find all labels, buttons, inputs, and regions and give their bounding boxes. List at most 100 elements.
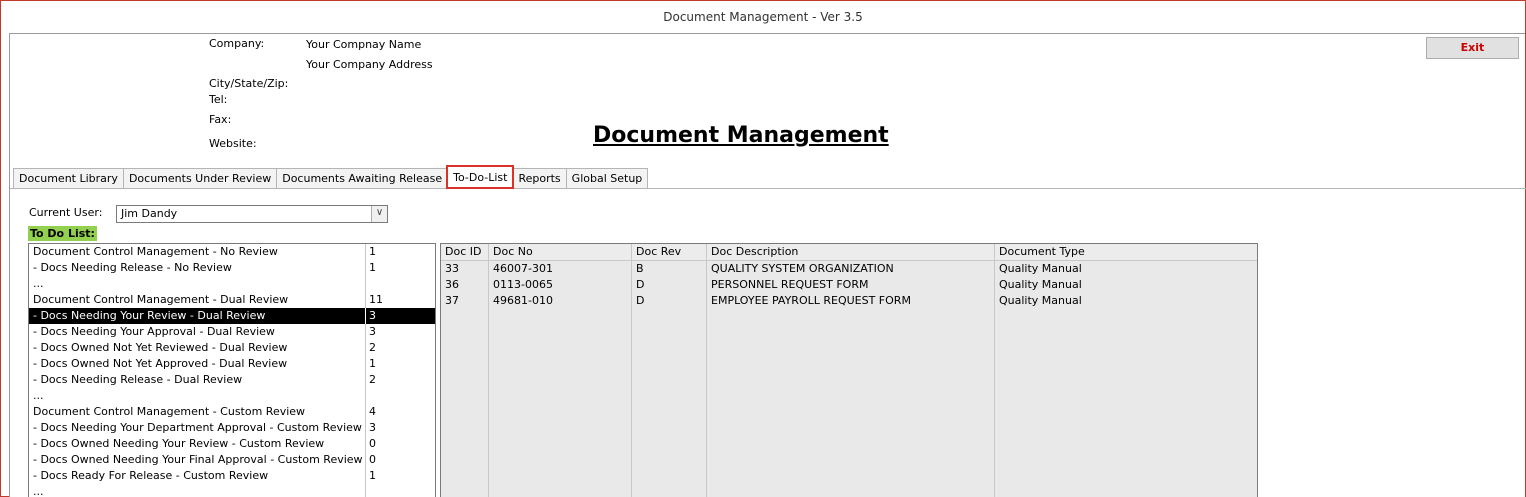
list-item-count: 1 xyxy=(369,357,376,370)
list-item-count: 2 xyxy=(369,373,376,386)
current-user-label: Current User: xyxy=(29,206,103,219)
table-cell: 49681-010 xyxy=(493,294,553,307)
column-divider xyxy=(365,340,366,356)
tab-documents-awaiting-release[interactable]: Documents Awaiting Release xyxy=(276,168,449,188)
list-item-name: Document Control Management - Custom Rev… xyxy=(33,405,306,418)
list-item-name: - Docs Owned Needing Your Final Approval… xyxy=(33,453,363,466)
list-item[interactable]: ... xyxy=(29,388,435,404)
column-header[interactable]: Document Type xyxy=(995,244,1085,260)
list-item[interactable]: - Docs Owned Not Yet Approved - Dual Rev… xyxy=(29,356,435,372)
column-divider xyxy=(365,260,366,276)
table-cell: 37 xyxy=(445,294,459,307)
list-item-count: 3 xyxy=(369,309,376,322)
list-item-name: ... xyxy=(33,277,44,290)
list-item[interactable]: - Docs Needing Release - No Review 1 xyxy=(29,260,435,276)
column-header[interactable]: Doc No xyxy=(489,244,533,260)
table-row[interactable]: 33 46007-301 B QUALITY SYSTEM ORGANIZATION Q… xyxy=(441,261,1257,277)
list-item-name: - Docs Needing Your Approval - Dual Revi… xyxy=(33,325,275,338)
company-address: Your Company Address xyxy=(306,58,433,71)
list-item-name: ... xyxy=(33,485,44,497)
table-cell: 0113-0065 xyxy=(493,278,553,291)
tab-global-setup[interactable]: Global Setup xyxy=(565,168,649,188)
to-do-list-label: To Do List: xyxy=(28,226,97,241)
list-item-count: 3 xyxy=(369,421,376,434)
company-label: Company: xyxy=(209,37,265,50)
list-item-count: 1 xyxy=(369,261,376,274)
tab-document-library[interactable]: Document Library xyxy=(13,168,124,188)
column-divider xyxy=(365,324,366,340)
table-cell: Quality Manual xyxy=(999,278,1082,291)
tab-documents-under-review[interactable]: Documents Under Review xyxy=(122,168,278,188)
column-header[interactable]: Doc Description xyxy=(707,244,798,260)
table-cell: QUALITY SYSTEM ORGANIZATION xyxy=(711,262,894,275)
list-item-name: - Docs Owned Not Yet Approved - Dual Rev… xyxy=(33,357,288,370)
table-row[interactable]: 36 0113-0065 D PERSONNEL REQUEST FORM Qualit… xyxy=(441,277,1257,293)
column-divider xyxy=(365,372,366,388)
current-user-value: Jim Dandy xyxy=(121,207,178,220)
column-divider xyxy=(365,420,366,436)
column-divider xyxy=(365,276,366,292)
company-name: Your Compnay Name xyxy=(306,38,422,51)
page-title: Document Management xyxy=(593,123,889,148)
documents-grid[interactable]: Doc ID Doc No Doc Rev Doc Description Docume… xyxy=(440,243,1258,497)
list-item-name: - Docs Ready For Release - Custom Review xyxy=(33,469,269,482)
grid-header: Doc ID Doc No Doc Rev Doc Description Docume… xyxy=(441,244,1257,261)
list-item-count: 1 xyxy=(369,469,376,482)
table-cell: 33 xyxy=(445,262,459,275)
list-item[interactable]: Document Control Management - Custom Rev… xyxy=(29,404,435,420)
column-divider xyxy=(365,404,366,420)
list-item[interactable]: ... xyxy=(29,484,435,497)
list-item-name: ... xyxy=(33,389,44,402)
table-cell: B xyxy=(636,262,644,275)
list-item-count: 3 xyxy=(369,325,376,338)
list-item-count: 0 xyxy=(369,453,376,466)
column-divider xyxy=(365,308,366,324)
list-item-count: 4 xyxy=(369,405,376,418)
list-item[interactable]: - Docs Ready For Release - Custom Review… xyxy=(29,468,435,484)
table-cell: Quality Manual xyxy=(999,294,1082,307)
list-item-count: 11 xyxy=(369,293,383,306)
list-item-name: Document Control Management - No Review xyxy=(33,245,278,258)
list-item-name: - Docs Needing Release - Dual Review xyxy=(33,373,243,386)
tab-to-do-list[interactable]: To-Do-List xyxy=(446,165,515,189)
list-item-count: 0 xyxy=(369,437,376,450)
list-item[interactable]: ... xyxy=(29,276,435,292)
exit-button[interactable]: Exit xyxy=(1426,37,1519,59)
list-item-name: - Docs Needing Your Review - Dual Review xyxy=(33,309,266,322)
list-item[interactable]: - Docs Owned Needing Your Final Approval… xyxy=(29,452,435,468)
table-row[interactable]: 37 49681-010 D EMPLOYEE PAYROLL REQUEST FOR… xyxy=(441,293,1257,309)
column-divider xyxy=(365,468,366,484)
app-window: Document Management - Ver 3.5 Company: Y… xyxy=(0,0,1526,497)
list-item[interactable]: Document Control Management - Dual Revie… xyxy=(29,292,435,308)
tab-reports[interactable]: Reports xyxy=(512,168,567,188)
list-item-count: 2 xyxy=(369,341,376,354)
table-cell: EMPLOYEE PAYROLL REQUEST FORM xyxy=(711,294,911,307)
list-item[interactable]: - Docs Owned Not Yet Reviewed - Dual Rev… xyxy=(29,340,435,356)
fax-label: Fax: xyxy=(209,113,232,126)
column-divider xyxy=(365,356,366,372)
column-divider xyxy=(365,436,366,452)
list-item-name: - Docs Needing Release - No Review xyxy=(33,261,232,274)
column-divider xyxy=(365,388,366,404)
list-item-count: 1 xyxy=(369,245,376,258)
list-item[interactable]: - Docs Needing Your Department Approval … xyxy=(29,420,435,436)
column-divider xyxy=(365,452,366,468)
column-header[interactable]: Doc ID xyxy=(441,244,481,260)
column-divider xyxy=(365,484,366,497)
table-cell: PERSONNEL REQUEST FORM xyxy=(711,278,869,291)
window-title: Document Management - Ver 3.5 xyxy=(1,1,1525,33)
list-item[interactable]: Document Control Management - No Review 1 xyxy=(29,244,435,260)
column-divider xyxy=(365,292,366,308)
current-user-select[interactable]: Jim Dandy ∨ xyxy=(116,205,388,223)
list-item-name: Document Control Management - Dual Revie… xyxy=(33,293,289,306)
list-item[interactable]: - Docs Needing Your Approval - Dual Revi… xyxy=(29,324,435,340)
list-item[interactable]: - Docs Needing Your Review - Dual Review… xyxy=(29,308,435,324)
column-header[interactable]: Doc Rev xyxy=(632,244,681,260)
column-divider xyxy=(365,244,366,260)
list-item[interactable]: - Docs Owned Needing Your Review - Custo… xyxy=(29,436,435,452)
tab-bar: Document Library Documents Under Review … xyxy=(13,165,649,189)
list-item[interactable]: - Docs Needing Release - Dual Review 2 xyxy=(29,372,435,388)
to-do-list[interactable]: Document Control Management - No Review 1… xyxy=(28,243,436,497)
chevron-down-icon[interactable]: ∨ xyxy=(371,206,387,222)
table-cell: 36 xyxy=(445,278,459,291)
